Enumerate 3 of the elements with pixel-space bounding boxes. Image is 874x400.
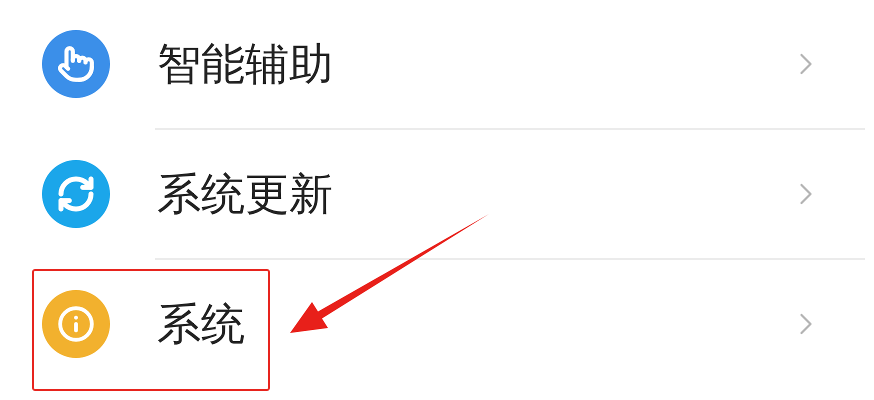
setting-label[interactable]: 系统更新: [157, 164, 788, 224]
setting-label[interactable]: 智能辅助: [157, 34, 788, 94]
setting-label[interactable]: 系统: [157, 294, 788, 354]
